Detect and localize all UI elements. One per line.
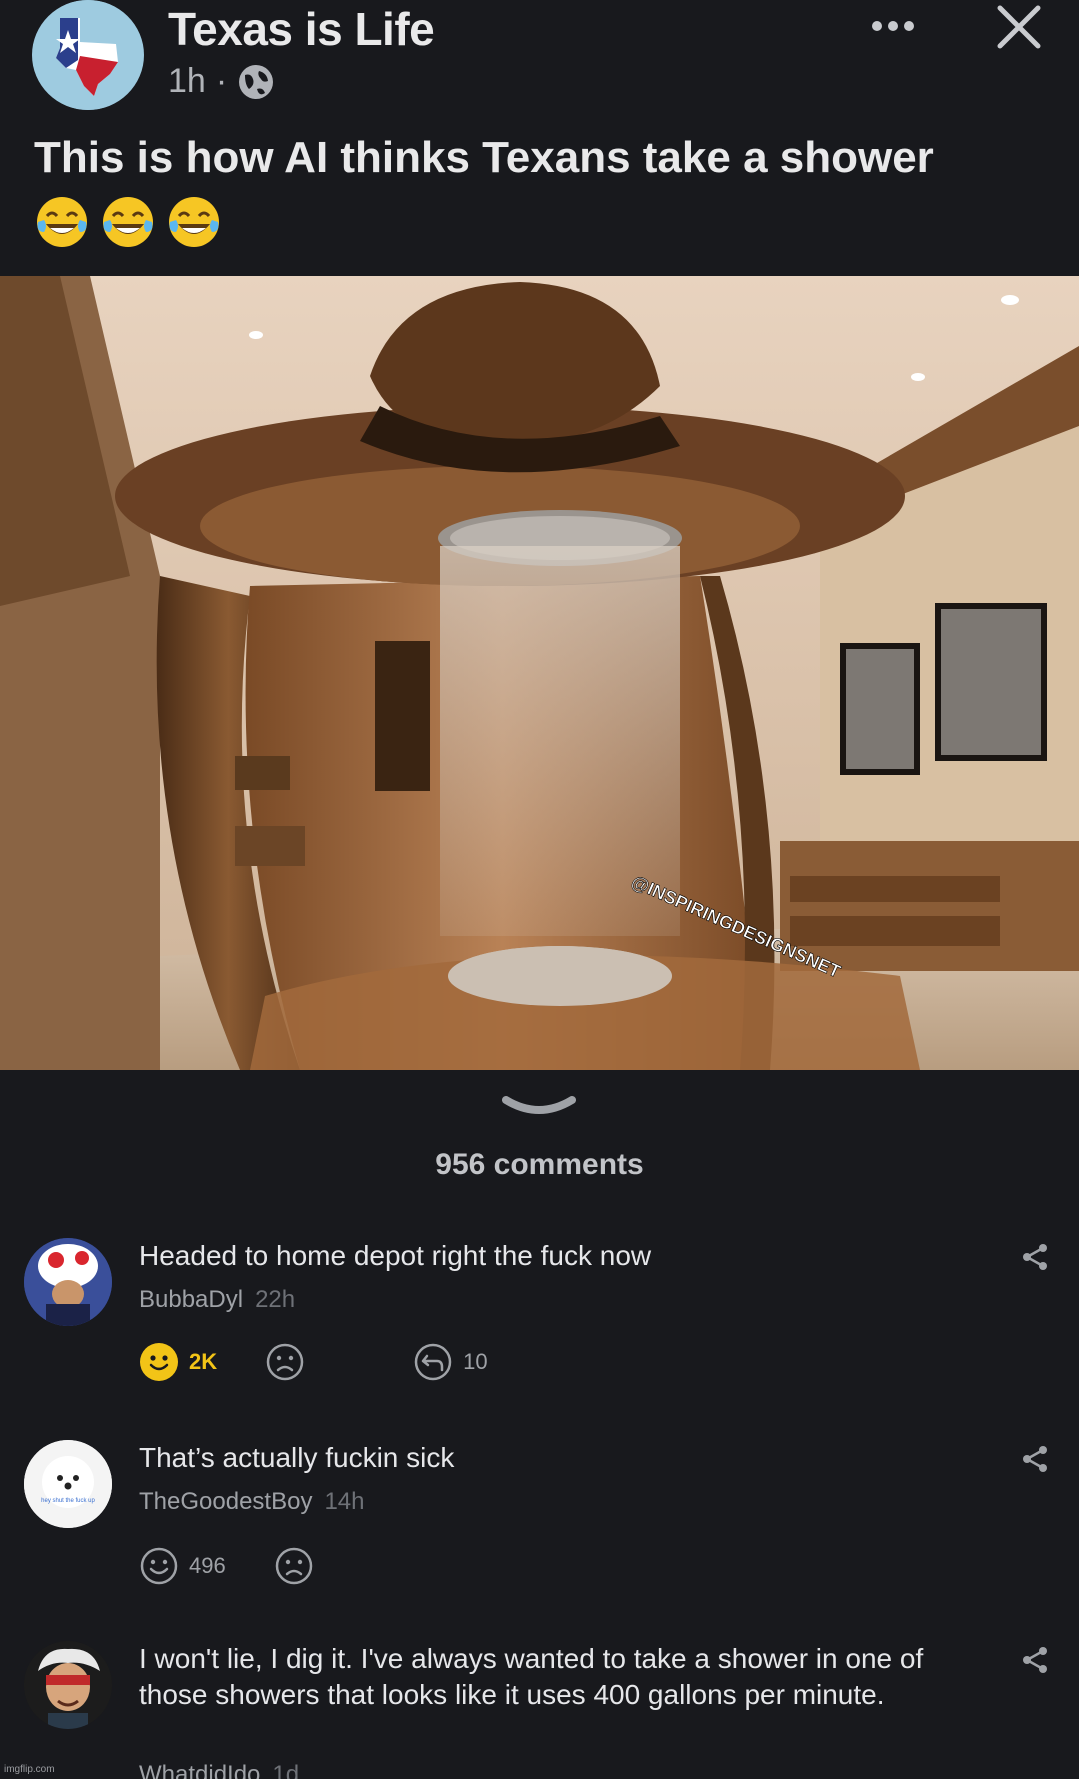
comment-time: 1d <box>272 1761 300 1779</box>
comment-username[interactable]: WhatdidIdo <box>139 1761 260 1779</box>
share-icon[interactable] <box>1020 1242 1050 1272</box>
close-icon[interactable] <box>996 4 1042 50</box>
reply-button[interactable]: 10 <box>413 1342 488 1382</box>
chevron-down-icon[interactable] <box>500 1094 578 1120</box>
avatar[interactable] <box>24 1641 112 1729</box>
cowboy-hat-shower-illustration: @INSPIRINGDESIGNSNET <box>0 276 1079 1070</box>
comment-username[interactable]: TheGoodestBoy <box>139 1488 312 1515</box>
texas-flag-logo <box>33 0 143 110</box>
comment-text: That’s actually fuckin sick <box>139 1442 455 1473</box>
frown-icon <box>275 1547 312 1585</box>
avatar-caption: hey shut the fuck up <box>41 1498 95 1504</box>
like-button[interactable]: 496 <box>139 1546 226 1586</box>
white-dog-avatar-icon: hey shut the fuck up <box>24 1440 112 1528</box>
comment-reactions: 2K 10 <box>139 1342 488 1382</box>
globe-icon <box>239 64 274 99</box>
more-options-icon[interactable] <box>872 14 920 38</box>
comment-text: I won't lie, I dig it. I've always wante… <box>139 1643 924 1710</box>
reply-count: 10 <box>463 1349 488 1374</box>
smiley-filled-icon <box>140 1343 178 1381</box>
post-image[interactable]: @INSPIRINGDESIGNSNET <box>0 276 1079 1070</box>
meta-separator: · <box>215 62 228 100</box>
post-header: Texas is Life 1h · <box>0 0 1079 112</box>
post-meta: 1h · <box>168 62 275 101</box>
frown-icon <box>266 1343 304 1381</box>
comment-time: 22h <box>255 1286 296 1313</box>
share-icon[interactable] <box>1020 1645 1050 1675</box>
comment-item: I won't lie, I dig it. I've always wante… <box>0 1641 1079 1779</box>
comment-reactions: 496 <box>139 1546 314 1586</box>
emoji-row <box>34 194 222 250</box>
comment-text: Headed to home depot right the fuck now <box>139 1240 652 1271</box>
like-count: 496 <box>189 1553 226 1578</box>
comment-user[interactable]: TheGoodestBoy 14h <box>139 1488 364 1516</box>
page-avatar[interactable] <box>32 0 144 110</box>
comment-count: 956 comments <box>435 1148 644 1181</box>
smiley-icon <box>140 1547 178 1585</box>
tears-of-joy-emoji-icon <box>37 197 87 247</box>
anime-character-avatar-icon <box>24 1641 112 1729</box>
comment-item: hey shut the fuck up That’s actually fuc… <box>0 1440 1079 1590</box>
avatar[interactable]: hey shut the fuck up <box>24 1440 112 1528</box>
comment-item: Headed to home depot right the fuck now … <box>0 1238 1079 1398</box>
dislike-button[interactable] <box>274 1546 314 1586</box>
share-icon[interactable] <box>1020 1444 1050 1474</box>
toad-avatar-icon <box>24 1238 112 1326</box>
comment-time: 14h <box>324 1488 365 1515</box>
avatar[interactable] <box>24 1238 112 1326</box>
like-count: 2K <box>189 1349 218 1374</box>
post-text: This is how AI thinks Texans take a show… <box>34 133 934 182</box>
reply-icon <box>414 1343 452 1381</box>
tears-of-joy-emoji-icon <box>169 197 219 247</box>
comment-user[interactable]: BubbaDyl 22h <box>139 1286 295 1314</box>
dislike-button[interactable] <box>265 1342 305 1382</box>
like-button[interactable]: 2K <box>139 1342 217 1382</box>
tears-of-joy-emoji-icon <box>103 197 153 247</box>
post-time: 1h <box>168 62 206 100</box>
comment-user[interactable]: WhatdidIdo 1d <box>139 1761 299 1779</box>
page-name[interactable]: Texas is Life <box>168 2 435 56</box>
comment-username[interactable]: BubbaDyl <box>139 1286 243 1313</box>
imgflip-watermark: imgflip.com <box>4 1764 55 1775</box>
